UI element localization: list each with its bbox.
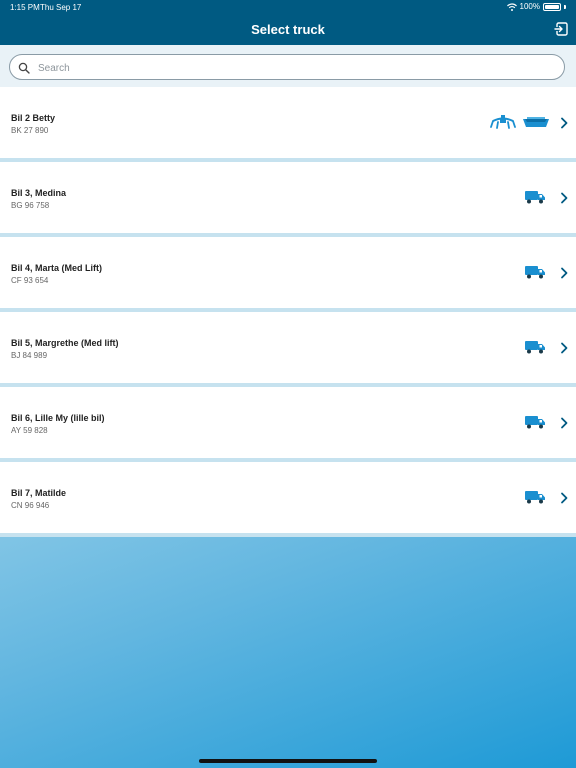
- search-icon: [18, 62, 30, 74]
- truck-name: Bil 3, Medina: [11, 188, 67, 198]
- home-indicator[interactable]: [199, 759, 377, 763]
- crane-icon: [490, 115, 516, 129]
- chevron-right-icon: [561, 417, 568, 429]
- status-date: Thu Sep 17: [40, 3, 82, 12]
- truck-icon: [525, 416, 545, 429]
- status-time: 1:15 PM: [10, 3, 40, 12]
- truck-icon: [525, 191, 545, 204]
- truck-name: Bil 4, Marta (Med Lift): [11, 263, 103, 273]
- status-bar: 1:15 PM Thu Sep 17 100%: [0, 0, 576, 14]
- search-input[interactable]: [36, 58, 560, 78]
- chevron-right-icon: [561, 117, 568, 129]
- truck-name: Bil 2 Betty: [11, 113, 56, 123]
- truck-plate: BK 27 890: [11, 126, 49, 135]
- boat-icon: [523, 117, 549, 127]
- truck-plate: BJ 84 989: [11, 351, 48, 360]
- truck-row[interactable]: Bil 6, Lille My (lille bil) AY 59 828: [0, 387, 576, 462]
- page-title: Select truck: [251, 22, 325, 37]
- logout-icon[interactable]: [554, 22, 568, 36]
- chevron-right-icon: [561, 267, 568, 279]
- truck-name: Bil 6, Lille My (lille bil): [11, 413, 105, 423]
- chevron-right-icon: [561, 342, 568, 354]
- battery-icon: [543, 2, 561, 11]
- truck-icon: [525, 341, 545, 354]
- truck-row[interactable]: Bil 7, Matilde CN 96 946: [0, 462, 576, 537]
- chevron-right-icon: [561, 492, 568, 504]
- search-bar-area: [0, 45, 576, 87]
- truck-row[interactable]: Bil 2 Betty BK 27 890: [0, 87, 576, 162]
- truck-row[interactable]: Bil 3, Medina BG 96 758: [0, 162, 576, 237]
- truck-icon: [525, 266, 545, 279]
- status-indicators: 100%: [506, 2, 566, 11]
- battery-percent: 100%: [519, 2, 540, 11]
- truck-name: Bil 5, Margrethe (Med lift): [11, 338, 119, 348]
- truck-plate: BG 96 758: [11, 201, 50, 210]
- wifi-icon: [506, 2, 517, 11]
- truck-row[interactable]: Bil 5, Margrethe (Med lift) BJ 84 989: [0, 312, 576, 387]
- chevron-right-icon: [561, 192, 568, 204]
- truck-icon: [525, 491, 545, 504]
- navigation-header: 1:15 PM Thu Sep 17 100% Select truck: [0, 0, 576, 45]
- search-box[interactable]: [9, 54, 565, 80]
- battery-tip: [564, 4, 566, 9]
- truck-row[interactable]: Bil 4, Marta (Med Lift) CF 93 654: [0, 237, 576, 312]
- truck-plate: CN 96 946: [11, 501, 50, 510]
- truck-plate: AY 59 828: [11, 426, 48, 435]
- truck-name: Bil 7, Matilde: [11, 488, 67, 498]
- truck-plate: CF 93 654: [11, 276, 49, 285]
- truck-list: Bil 2 Betty BK 27 890 Bil 3, Medina BG 9…: [0, 87, 576, 537]
